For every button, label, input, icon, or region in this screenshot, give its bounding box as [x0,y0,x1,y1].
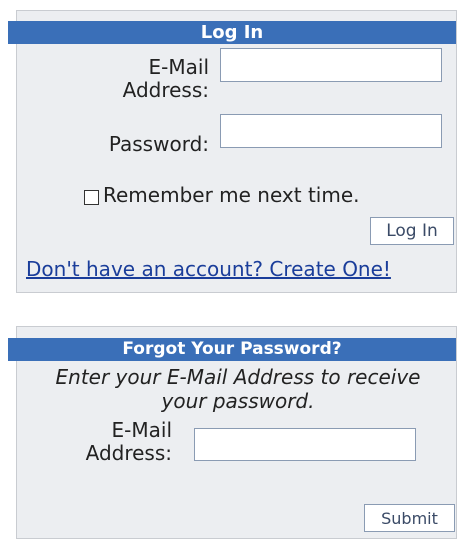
forgot-email-label-line2: Address: [85,441,172,465]
login-email-input[interactable] [220,48,442,82]
remember-me-checkbox[interactable] [84,190,99,205]
instructions-line2: your password. [161,389,315,413]
remember-me-label: Remember me next time. [103,183,360,207]
forgot-password-header: Forgot Your Password? [8,338,456,361]
login-password-label: Password: [108,132,209,156]
login-header: Log In [8,21,456,44]
forgot-email-label-line1: E-Mail [111,418,172,442]
login-email-label-line2: Address: [122,78,209,102]
create-account-link[interactable]: Don't have an account? Create One! [26,257,391,281]
forgot-password-instructions: Enter your E-Mail Address to receive you… [20,365,456,413]
login-email-label-line1: E-Mail [148,55,209,79]
forgot-email-label: E-Mail Address: [64,419,172,465]
login-email-label: E-Mail Address: [100,56,209,102]
instructions-line1: Enter your E-Mail Address to receive [55,365,421,389]
login-password-input[interactable] [220,114,442,148]
submit-button[interactable]: Submit [364,504,455,532]
forgot-email-input[interactable] [194,428,416,461]
login-button[interactable]: Log In [370,217,454,245]
